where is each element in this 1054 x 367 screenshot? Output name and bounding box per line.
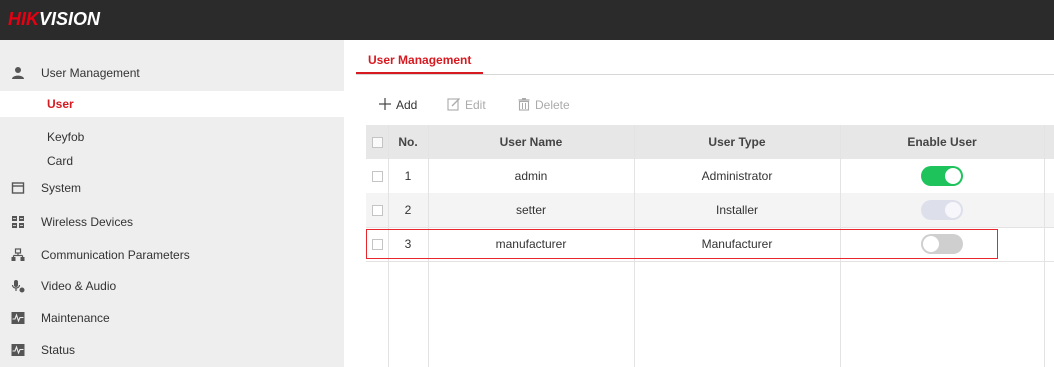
column-divider [428,125,429,367]
enable-user-toggle[interactable] [921,234,963,254]
wireless-devices-icon [10,214,26,230]
row-no: 3 [404,237,412,251]
sidebar: User Management User Keyfob Card System … [0,40,344,367]
edit-label: Edit [465,98,486,112]
row-checkbox[interactable] [371,204,383,216]
sidebar-item-label: Communication Parameters [41,248,190,262]
row-user-type: Manufacturer [701,237,773,251]
column-divider [634,125,635,367]
sidebar-subitem-label: Keyfob [47,130,85,144]
header-enable-user: Enable User [907,135,977,149]
select-all-checkbox[interactable] [371,136,383,148]
status-icon [10,342,26,358]
row-select-cell [366,193,388,227]
row-user-name: setter [515,203,546,217]
system-icon [10,180,26,196]
sidebar-item-label: Wireless Devices [41,215,134,229]
table-row[interactable]: 1 admin Administrator [366,159,1054,194]
main-content: User Management Add Edit Delete No. User… [344,40,1054,367]
row-select-cell [366,159,388,193]
sidebar-item-communication-parameters[interactable]: Communication Parameters [0,240,344,270]
delete-label: Delete [535,98,570,112]
row-enable-cell [840,193,1044,227]
hikvision-logo: HIKVISION [8,9,101,29]
row-select-cell [366,227,388,261]
row-enable-cell [840,227,1044,261]
sidebar-item-user-management[interactable]: User Management [0,58,344,88]
sidebar-item-maintenance[interactable]: Maintenance [0,303,344,333]
sidebar-subitem-label: Card [47,154,74,168]
row-user-name: admin [514,169,548,183]
sidebar-subitem-keyfob[interactable]: Keyfob [0,124,344,150]
header-user-type: User Type [708,135,766,149]
column-divider [1044,125,1045,367]
delete-button[interactable]: Delete [517,95,570,115]
column-divider [388,125,389,367]
add-button[interactable]: Add [378,95,417,115]
enable-user-toggle[interactable] [921,200,963,220]
row-no: 2 [404,203,412,217]
video-audio-icon [10,278,26,294]
sidebar-item-system[interactable]: System [0,173,344,203]
sidebar-subitem-label: User [47,97,74,111]
sidebar-item-video-audio[interactable]: Video & Audio [0,271,344,301]
row-no: 1 [404,169,412,183]
row-user-type: Administrator [701,169,773,183]
sidebar-item-label: Video & Audio [41,279,117,293]
table-header: No. User Name User Type Enable User [366,125,1054,159]
plus-icon [378,97,392,114]
toggle-knob [923,236,939,252]
toggle-knob [945,202,961,218]
table-row[interactable]: 3 manufacturer Manufacturer [366,227,1054,262]
row-checkbox[interactable] [371,170,383,182]
row-user-name: manufacturer [495,237,567,251]
user-table: No. User Name User Type Enable User 1 ad… [366,125,1054,367]
sidebar-item-wireless-devices[interactable]: Wireless Devices [0,207,344,237]
sidebar-item-label: System [41,181,82,195]
select-all-cell [366,125,388,159]
sidebar-item-label: Status [41,343,76,357]
maintenance-icon [10,310,26,326]
trash-icon [517,97,531,114]
sidebar-subitem-card[interactable]: Card [0,148,344,174]
enable-user-toggle[interactable] [921,166,963,186]
network-icon [10,247,26,263]
header-no: No. [398,135,418,149]
edit-icon [447,97,461,114]
header-user-name: User Name [499,135,563,149]
column-divider [840,125,841,367]
sidebar-item-label: User Management [41,66,140,80]
sidebar-item-status[interactable]: Status [0,335,344,365]
row-checkbox[interactable] [371,238,383,250]
table-row[interactable]: 2 setter Installer [366,193,1054,228]
tab-bar: User Management [356,52,1054,75]
row-user-type: Installer [715,203,759,217]
toggle-knob [945,168,961,184]
add-label: Add [396,98,418,112]
edit-button[interactable]: Edit [447,95,486,115]
row-enable-cell [840,159,1044,193]
top-bar: HIKVISION [0,0,1054,40]
sidebar-item-label: Maintenance [41,311,110,325]
sidebar-subitem-user[interactable]: User [0,91,344,117]
user-icon [10,65,26,81]
tab-user-management[interactable]: User Management [356,52,484,74]
